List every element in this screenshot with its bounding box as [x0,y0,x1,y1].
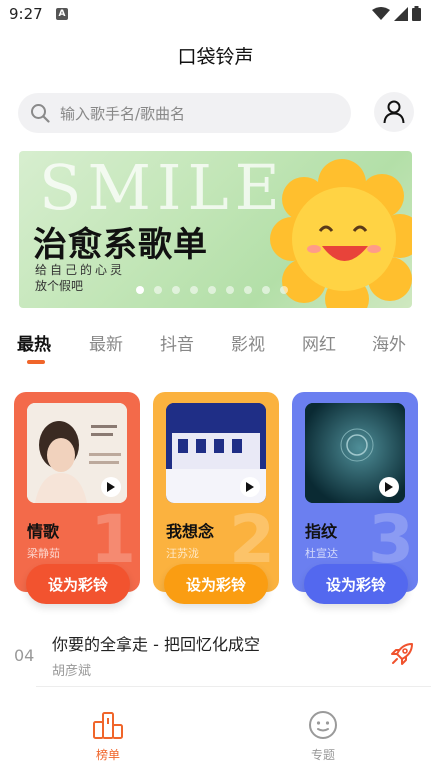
search-placeholder: 输入歌手名/歌曲名 [60,105,186,123]
rocket-icon[interactable] [388,640,416,668]
ranking-card-3[interactable]: 3 指纹 杜宣达 [292,392,418,592]
play-icon [107,482,115,492]
signal-icon [394,6,408,21]
banner-dot[interactable] [244,286,252,294]
card-artist: 汪苏泷 [166,547,199,560]
play-button[interactable] [101,477,121,497]
category-tabs: 最热 最新 抖音 影视 网红 海外 [0,330,431,370]
banner-subtitle-2: 放个假吧 [35,279,84,293]
banner-bg-text: SMILE [39,151,286,224]
set-ringtone-button[interactable]: 设为彩铃 [164,564,268,604]
nav-label-charts: 榜单 [95,748,120,762]
divider [36,686,431,687]
play-icon [246,482,254,492]
profile-button[interactable] [374,92,414,132]
album-cover[interactable] [166,403,266,503]
status-bar: 9:27 A [0,0,431,28]
card-song-title: 我想念 [166,522,215,541]
tab-influencer[interactable]: 网红 [302,330,336,355]
banner-dot[interactable] [280,286,288,294]
battery-icon [412,6,421,21]
tab-film[interactable]: 影视 [231,330,265,355]
play-icon [385,482,393,492]
set-ringtone-button[interactable]: 设为彩铃 [26,564,130,604]
banner-dot[interactable] [226,286,234,294]
tab-overseas[interactable]: 海外 [372,330,406,355]
banner-dot[interactable] [154,286,162,294]
card-song-title: 指纹 [305,522,338,541]
card-artist: 杜宣达 [305,547,338,560]
set-ringtone-button[interactable]: 设为彩铃 [304,564,408,604]
tab-indicator [27,360,45,364]
album-cover[interactable] [305,403,405,503]
banner-subtitle: 给自己的心灵 [35,263,126,277]
nav-item-charts[interactable]: 榜单 [78,710,138,763]
podium-icon [93,712,123,739]
play-button[interactable] [379,477,399,497]
notification-icon: A [56,8,68,20]
list-item-title: 你要的全拿走 - 把回忆化成空 [52,635,260,654]
tab-hot[interactable]: 最热 [17,330,51,355]
list-item[interactable]: 04 你要的全拿走 - 把回忆化成空 胡彦斌 [0,618,431,686]
card-artist: 梁静茹 [27,547,60,560]
status-icons [372,6,421,21]
banner-dot[interactable] [190,286,198,294]
smiley-icon [309,711,337,739]
status-time: 9:27 [9,5,43,23]
user-icon [383,100,405,124]
nav-label-topics: 专题 [310,748,335,762]
app-title: 口袋铃声 [177,46,254,68]
search-icon [31,104,50,123]
banner-dot[interactable] [172,286,180,294]
tab-new[interactable]: 最新 [89,330,123,355]
promo-banner[interactable]: SMILE 治愈系歌单 给自己的心灵 放个假吧 [19,151,412,308]
banner-dot[interactable] [208,286,216,294]
list-item-rank: 04 [14,646,35,665]
banner-dot[interactable] [262,286,270,294]
banner-dot[interactable] [136,286,144,294]
card-song-title: 情歌 [27,522,60,541]
play-button[interactable] [240,477,260,497]
tab-douyin[interactable]: 抖音 [160,330,194,355]
banner-title: 治愈系歌单 [33,225,208,265]
search-input[interactable]: 输入歌手名/歌曲名 [18,93,351,133]
album-cover[interactable] [27,403,127,503]
nav-item-topics[interactable]: 专题 [293,710,353,763]
smiley-flower-image [270,159,412,308]
wifi-icon [372,6,390,20]
banner-pagination [136,286,288,294]
list-item-artist: 胡彦斌 [52,664,92,679]
ranking-card-1[interactable]: 1 情歌 梁静茹 [14,392,140,592]
bottom-nav: 榜单 专题 [0,700,431,766]
ranking-card-2[interactable]: 2 我想念 汪苏泷 [153,392,279,592]
